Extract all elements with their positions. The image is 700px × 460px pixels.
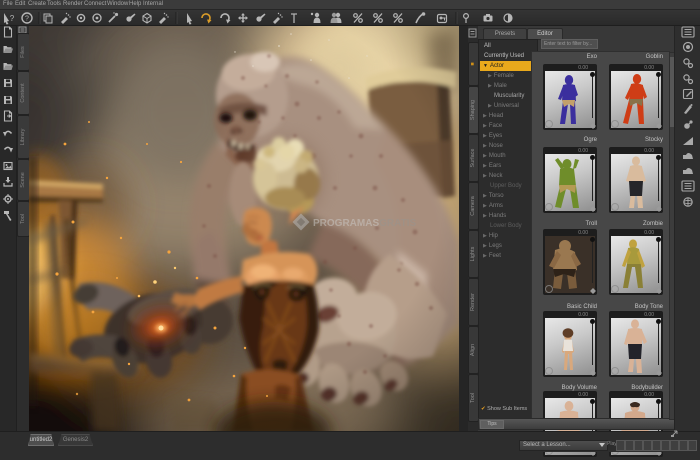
svg-text:?: ?	[10, 14, 15, 23]
svg-text:?: ?	[25, 16, 29, 23]
